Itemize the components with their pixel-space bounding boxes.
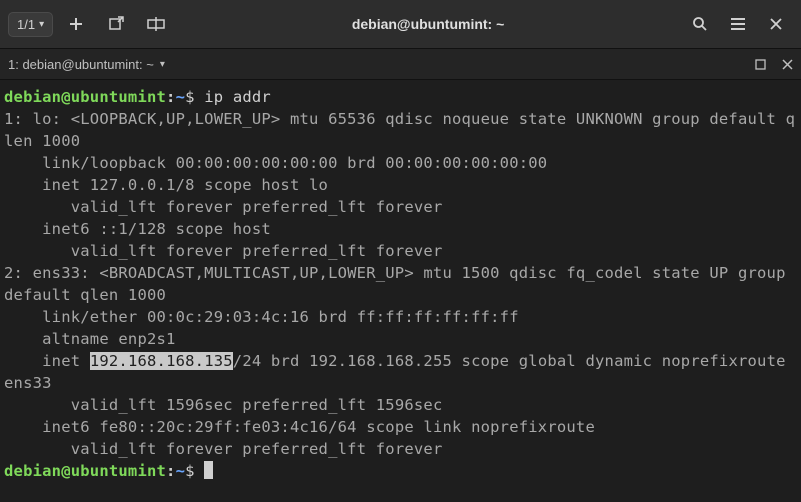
new-window-icon: [108, 16, 124, 32]
output-line: inet6 fe80::20c:29ff:fe03:4c16/64 scope …: [4, 418, 595, 436]
output-line: 1: lo: <LOOPBACK,UP,LOWER_UP> mtu 65536 …: [4, 110, 795, 150]
new-window-button[interactable]: [99, 7, 133, 41]
tab-counter-dropdown[interactable]: 1/1 ▾: [8, 12, 53, 37]
output-line: link/ether 00:0c:29:03:4c:16 brd ff:ff:f…: [4, 308, 519, 326]
tab-1-label: 1: debian@ubuntumint: ~: [8, 57, 154, 72]
prompt-colon: :: [166, 88, 176, 106]
plus-icon: [68, 16, 84, 32]
output-line: valid_lft forever preferred_lft forever: [4, 198, 442, 216]
output-line: valid_lft forever preferred_lft forever: [4, 440, 442, 458]
prompt-dollar: $: [185, 462, 204, 480]
split-icon: [147, 17, 165, 31]
maximize-button[interactable]: [755, 59, 766, 70]
command-1: ip addr: [204, 88, 271, 106]
output-line: inet 127.0.0.1/8 scope host lo: [4, 176, 328, 194]
terminal-output[interactable]: debian@ubuntumint:~$ ip addr 1: lo: <LOO…: [0, 80, 801, 488]
prompt-dollar: $: [185, 88, 204, 106]
tab-1[interactable]: 1: debian@ubuntumint: ~ ▾: [8, 57, 165, 72]
prompt-path: ~: [176, 462, 186, 480]
output-line: altname enp2s1: [4, 330, 176, 348]
search-button[interactable]: [683, 7, 717, 41]
output-line-inet-prefix: inet: [4, 352, 90, 370]
output-line: 2: ens33: <BROADCAST,MULTICAST,UP,LOWER_…: [4, 264, 795, 304]
hamburger-icon: [730, 17, 746, 31]
titlebar: 1/1 ▾ debian@ubuntumint: ~: [0, 0, 801, 48]
prompt-path: ~: [176, 88, 186, 106]
split-button[interactable]: [139, 7, 173, 41]
close-icon: [782, 59, 793, 70]
close-tab-button[interactable]: [782, 59, 793, 70]
close-window-button[interactable]: [759, 7, 793, 41]
prompt-colon: :: [166, 462, 176, 480]
maximize-icon: [755, 59, 766, 70]
prompt-user-host: debian@ubuntumint: [4, 462, 166, 480]
output-line: inet6 ::1/128 scope host: [4, 220, 271, 238]
window-title: debian@ubuntumint: ~: [179, 16, 677, 32]
cursor: [204, 461, 213, 479]
chevron-down-icon: ▾: [39, 19, 44, 30]
new-tab-button[interactable]: [59, 7, 93, 41]
output-line: link/loopback 00:00:00:00:00:00 brd 00:0…: [4, 154, 547, 172]
close-icon: [770, 18, 782, 30]
output-line: valid_lft 1596sec preferred_lft 1596sec: [4, 396, 442, 414]
tab-counter-label: 1/1: [17, 17, 35, 32]
output-line: valid_lft forever preferred_lft forever: [4, 242, 442, 260]
menu-button[interactable]: [721, 7, 755, 41]
tabbar: 1: debian@ubuntumint: ~ ▾: [0, 48, 801, 80]
chevron-down-icon: ▾: [160, 59, 165, 70]
prompt-user-host: debian@ubuntumint: [4, 88, 166, 106]
highlighted-ip: 192.168.168.135: [90, 352, 233, 370]
search-icon: [692, 16, 708, 32]
